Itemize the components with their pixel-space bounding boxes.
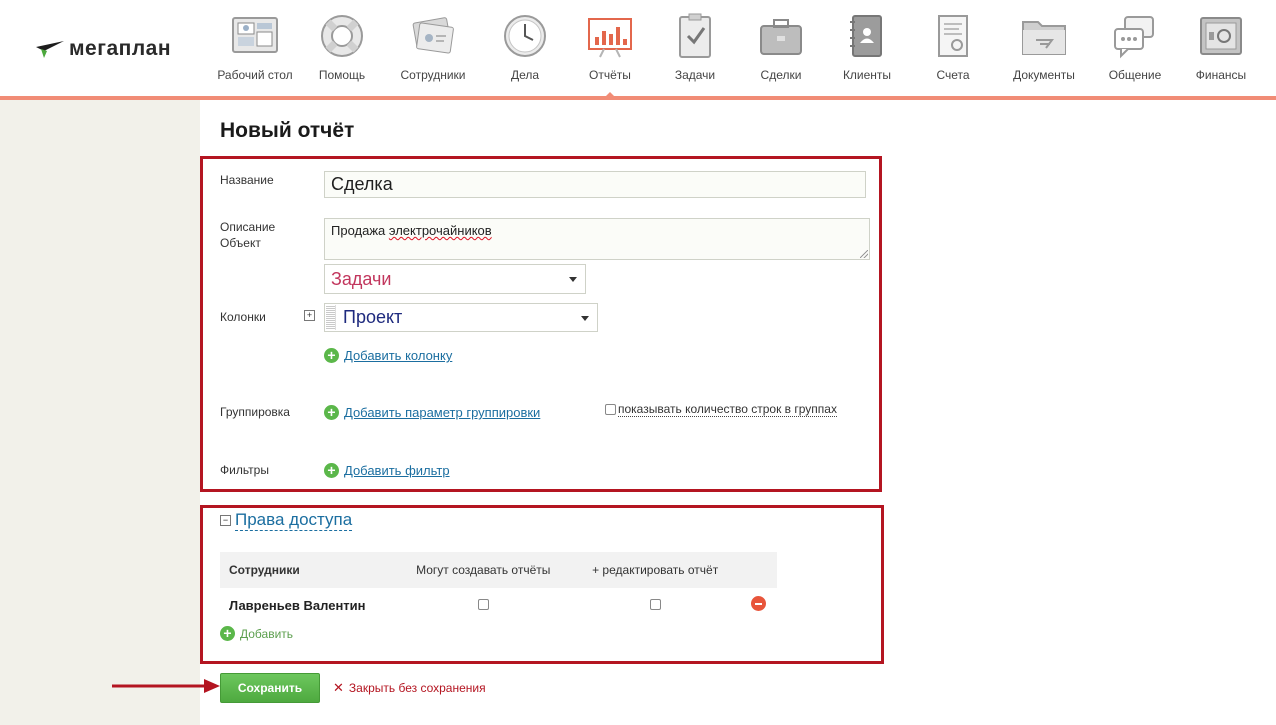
nav-item-desktop[interactable]: Рабочий стол <box>210 0 300 96</box>
column-select[interactable]: Проект <box>324 303 598 332</box>
access-rights-title[interactable]: Права доступа <box>235 510 353 531</box>
nav-label: Клиенты <box>842 68 892 82</box>
annotation-arrow-icon <box>112 679 220 693</box>
desktop-icon <box>232 17 278 53</box>
nav-label: Общение <box>1108 68 1162 82</box>
nav-item-clients[interactable]: Клиенты <box>824 0 910 96</box>
description-text-misspelled: электрочайников <box>388 223 492 238</box>
nav-label: Дела <box>510 68 540 82</box>
add-employee-text: Добавить <box>240 626 294 641</box>
top-navigation-bar: мегаплан Рабочий стол Помощь Сотрудники … <box>0 0 1276 100</box>
report-name-input[interactable]: Сделка <box>324 171 866 198</box>
nav-item-documents[interactable]: Документы <box>996 0 1092 96</box>
nav-label: Финансы <box>1195 68 1247 82</box>
nav-item-affairs[interactable]: Дела <box>482 0 568 96</box>
report-editor-page: Новый отчёт Название Сделка Описание Объ… <box>200 100 1276 725</box>
safe-icon <box>1200 17 1242 55</box>
nav-item-deals[interactable]: Сделки <box>738 0 824 96</box>
nav-label: Отчёты <box>589 68 631 82</box>
add-grouping-text: Добавить параметр группировки <box>344 405 541 420</box>
employees-icon <box>412 17 454 54</box>
clock-icon <box>504 15 546 57</box>
description-textarea[interactable]: Продажа электрочайников <box>324 218 870 260</box>
columns-label: Колонки <box>220 310 266 324</box>
folder-icon <box>1022 21 1066 55</box>
chevron-down-icon <box>569 277 577 282</box>
main-nav: Рабочий стол Помощь Сотрудники Дела Отчё… <box>210 0 1264 97</box>
expand-columns-button[interactable]: + <box>304 310 315 321</box>
object-select-value: Задачи <box>331 268 392 289</box>
remove-cell <box>739 588 777 622</box>
can-create-cell <box>395 588 571 622</box>
show-rows-count-checkbox[interactable] <box>605 404 616 415</box>
column-header-employees: Сотрудники <box>220 552 396 588</box>
resize-grip-icon[interactable] <box>860 250 868 258</box>
add-filter-text: Добавить фильтр <box>344 463 450 478</box>
nav-item-help[interactable]: Помощь <box>300 0 384 96</box>
nav-item-communication[interactable]: Общение <box>1092 0 1178 96</box>
add-column-link[interactable]: + Добавить колонку <box>324 348 452 363</box>
nav-label: Сотрудники <box>400 68 466 82</box>
chart-board-icon <box>588 18 632 58</box>
save-button[interactable]: Сохранить <box>220 673 320 703</box>
plus-circle-icon: + <box>324 463 339 478</box>
nav-label: Задачи <box>674 68 716 82</box>
nav-item-invoices[interactable]: Счета <box>910 0 996 96</box>
can-create-checkbox[interactable] <box>477 598 489 610</box>
access-rights-table: Сотрудники Могут создавать отчёты + реда… <box>220 552 777 622</box>
nav-item-tasks[interactable]: Задачи <box>652 0 738 96</box>
plus-circle-icon: + <box>324 405 339 420</box>
show-rows-count-option[interactable]: показывать количество строк в группах <box>605 402 837 417</box>
close-without-saving-link[interactable]: ✕ Закрыть без сохранения <box>333 680 486 696</box>
name-label: Название <box>220 173 274 187</box>
address-book-icon <box>850 15 882 57</box>
nav-label: Документы <box>1013 68 1075 82</box>
column-header-can-create: Могут создавать отчёты <box>395 552 572 588</box>
add-grouping-link[interactable]: + Добавить параметр группировки <box>324 405 540 420</box>
column-header-can-edit: + редактировать отчёт <box>571 552 740 588</box>
nav-item-finance[interactable]: Финансы <box>1178 0 1264 96</box>
column-header-actions <box>739 552 777 588</box>
employee-name: Лавреньев Валентин <box>229 597 366 613</box>
nav-label: Помощь <box>318 68 366 82</box>
table-row: Лавреньев Валентин <box>220 588 777 622</box>
megaplan-logo[interactable]: мегаплан <box>35 35 171 63</box>
description-text: Продажа <box>331 223 389 238</box>
invoice-icon <box>938 15 968 57</box>
logo-text: мегаплан <box>69 37 172 60</box>
remove-employee-icon[interactable] <box>750 596 766 611</box>
plus-circle-icon: + <box>220 626 235 641</box>
nav-item-reports[interactable]: Отчёты <box>568 0 652 97</box>
add-filter-link[interactable]: + Добавить фильтр <box>324 463 450 478</box>
chat-icon <box>1114 16 1154 59</box>
drag-handle-icon[interactable] <box>326 305 336 330</box>
access-rights-header[interactable]: − Права доступа <box>220 510 353 531</box>
nav-label: Счета <box>936 68 970 82</box>
table-header-row: Сотрудники Могут создавать отчёты + реда… <box>220 552 777 588</box>
briefcase-icon <box>760 19 802 55</box>
lifebuoy-icon <box>321 15 363 57</box>
collapse-icon[interactable]: − <box>220 515 231 526</box>
nav-label: Сделки <box>760 68 802 82</box>
clipboard-check-icon <box>679 13 711 58</box>
close-icon: ✕ <box>333 680 344 695</box>
add-column-text: Добавить колонку <box>344 348 453 363</box>
plus-circle-icon: + <box>324 348 339 363</box>
grouping-label: Группировка <box>220 405 290 419</box>
chevron-down-icon <box>581 315 589 321</box>
paper-plane-logo-icon <box>36 41 64 58</box>
object-label: Объект <box>220 236 261 250</box>
can-edit-cell <box>571 588 739 622</box>
description-label: Описание <box>220 220 276 234</box>
close-without-saving-text: Закрыть без сохранения <box>348 681 486 695</box>
nav-label: Рабочий стол <box>217 68 293 82</box>
object-select[interactable]: Задачи <box>324 264 586 294</box>
filters-label: Фильтры <box>220 463 269 477</box>
can-edit-checkbox[interactable] <box>649 598 661 610</box>
nav-item-employees[interactable]: Сотрудники <box>384 0 482 96</box>
page-title: Новый отчёт <box>220 119 355 142</box>
show-rows-count-label: показывать количество строк в группах <box>618 402 837 417</box>
add-employee-link[interactable]: + Добавить <box>220 626 293 641</box>
column-select-value: Проект <box>343 307 403 327</box>
